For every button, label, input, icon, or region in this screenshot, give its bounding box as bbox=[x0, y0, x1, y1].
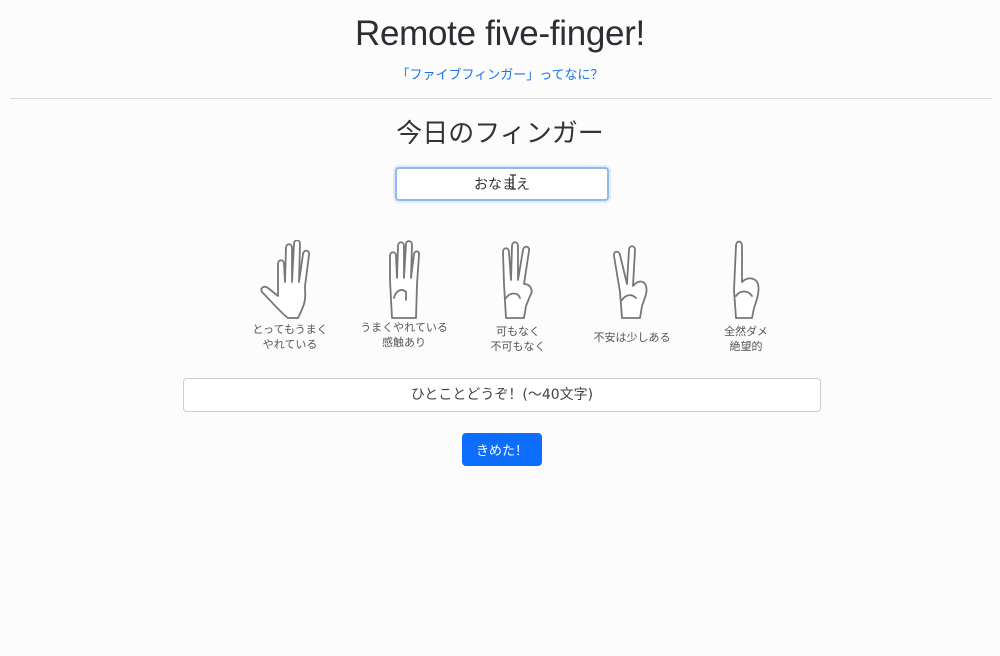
finger-options: とってもうまく やれている うまくやれている 感触あり 可もなく 不可もなく 不… bbox=[240, 238, 800, 368]
section-title: 今日のフィンガー bbox=[396, 119, 604, 149]
text-cursor-icon bbox=[510, 174, 516, 190]
finger-label-3: 可もなく 不可もなく bbox=[490, 325, 546, 353]
finger-option-2[interactable]: 不安は少しある bbox=[582, 238, 682, 363]
finger-label-5: とってもうまく やれている bbox=[252, 323, 328, 351]
finger-label-4: うまくやれている 感触あり bbox=[360, 321, 448, 349]
finger-option-5[interactable]: とってもうまく やれている bbox=[240, 238, 340, 363]
two-fingers-hand-icon bbox=[613, 245, 648, 319]
three-fingers-hand-icon bbox=[502, 241, 533, 319]
comment-input[interactable] bbox=[183, 378, 821, 412]
finger-option-1[interactable]: 全然ダメ 絶望的 bbox=[696, 238, 796, 363]
name-input[interactable] bbox=[395, 167, 609, 201]
about-five-finger-link[interactable]: 「ファイブフィンガー」ってなに？ bbox=[0, 64, 1000, 83]
finger-label-2: 不安は少しある bbox=[593, 331, 671, 344]
page: Remote five-finger! 「ファイブフィンガー」ってなに？ 今日の… bbox=[0, 0, 1000, 656]
four-fingers-hand-icon bbox=[389, 240, 421, 319]
five-fingers-hand-icon bbox=[260, 240, 310, 319]
finger-option-3[interactable]: 可もなく 不可もなく bbox=[468, 238, 568, 363]
submit-button[interactable]: きめた！ bbox=[462, 433, 542, 466]
header-divider bbox=[10, 98, 992, 99]
finger-option-4[interactable]: うまくやれている 感触あり bbox=[354, 238, 454, 363]
finger-label-1: 全然ダメ 絶望的 bbox=[724, 325, 768, 353]
one-finger-hand-icon bbox=[733, 240, 760, 319]
app-title: Remote five-finger! bbox=[355, 14, 645, 53]
